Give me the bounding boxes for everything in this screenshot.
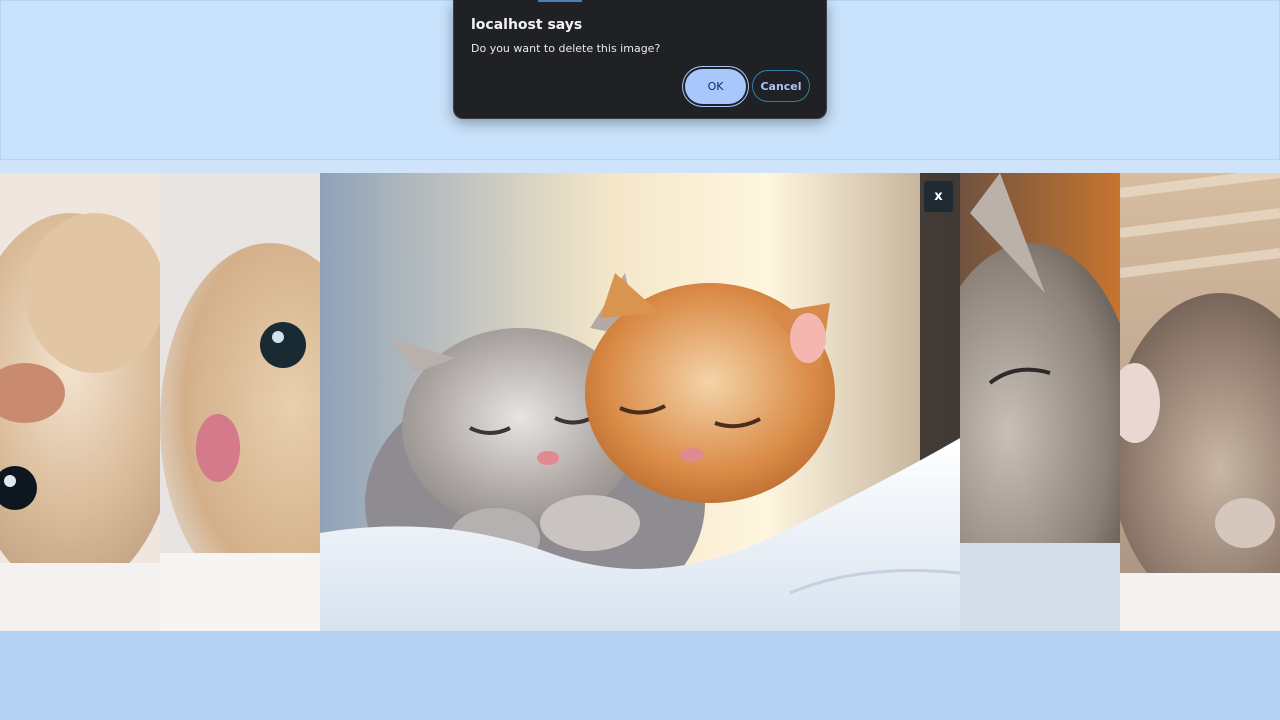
kitten-photo — [960, 173, 1120, 631]
kitten-photo — [0, 173, 160, 631]
dialog-accent-bar — [538, 0, 582, 2]
gallery-image-thumbnail[interactable] — [960, 173, 1120, 631]
kitten-photo — [160, 173, 320, 631]
delete-image-button[interactable]: x — [924, 181, 953, 212]
confirm-dialog: localhost says Do you want to delete thi… — [453, 0, 827, 119]
cancel-button[interactable]: Cancel — [752, 70, 810, 102]
dialog-title: localhost says — [471, 17, 583, 33]
gallery-image-thumbnail[interactable] — [0, 173, 160, 631]
image-gallery — [0, 173, 1280, 631]
gallery-image-thumbnail[interactable] — [1120, 173, 1280, 631]
gallery-image-thumbnail[interactable] — [160, 173, 320, 631]
ok-button[interactable]: OK — [685, 69, 746, 104]
kittens-in-snow-photo — [320, 173, 960, 631]
kitten-photo — [1120, 173, 1280, 631]
gallery-image-selected[interactable] — [320, 173, 960, 631]
dialog-message: Do you want to delete this image? — [471, 42, 661, 55]
header-divider — [0, 160, 1280, 173]
